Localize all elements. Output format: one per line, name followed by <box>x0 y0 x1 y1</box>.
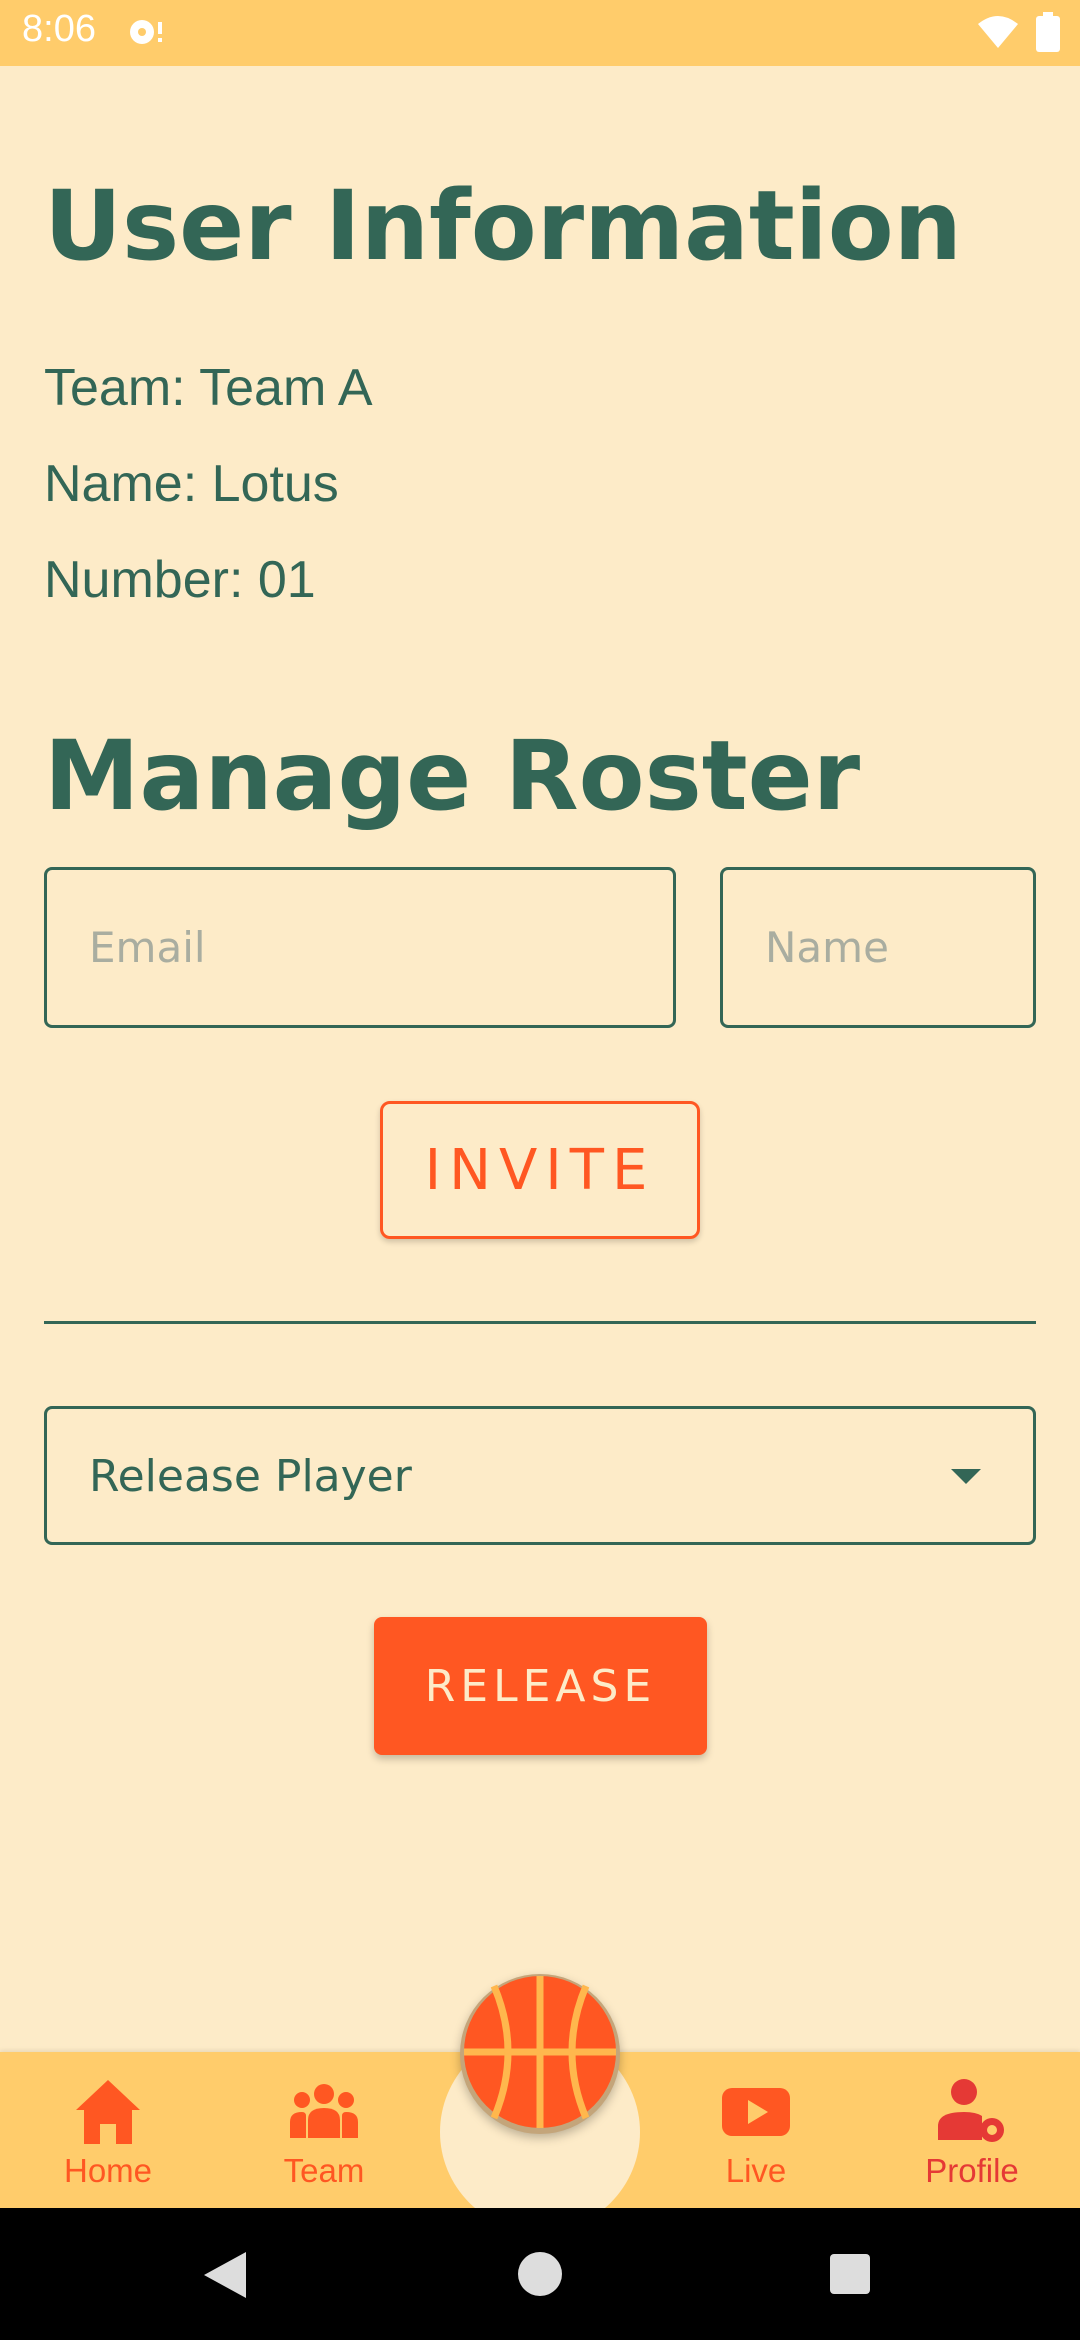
divider <box>44 1321 1036 1324</box>
email-input[interactable] <box>44 867 676 1028</box>
nav-label-profile: Profile <box>925 2152 1019 2189</box>
battery-icon <box>1036 12 1060 57</box>
number-info: Number: 01 <box>44 551 316 609</box>
invite-button[interactable]: INVITE <box>380 1101 700 1239</box>
basketball-fab[interactable] <box>460 1974 620 2134</box>
back-icon[interactable] <box>204 2252 246 2303</box>
profile-settings-icon <box>936 2076 1008 2148</box>
dropdown-arrow-icon <box>951 1469 981 1484</box>
status-bar: 8:06 <box>0 0 1080 66</box>
name-info: Name: Lotus <box>44 455 339 513</box>
team-info: Team: Team A <box>44 359 373 417</box>
nav-item-home[interactable]: Home <box>18 2070 198 2200</box>
nav-label-live: Live <box>725 2152 787 2189</box>
release-button[interactable]: RELEASE <box>374 1617 707 1755</box>
nav-item-team[interactable]: Team <box>234 2070 414 2200</box>
nav-item-live[interactable]: Live <box>666 2070 846 2200</box>
basketball-icon <box>464 1976 616 2128</box>
live-icon <box>720 2076 792 2148</box>
nav-label-home: Home <box>63 2152 153 2189</box>
team-icon <box>288 2076 360 2148</box>
recents-icon[interactable] <box>830 2254 870 2294</box>
user-information-title: User Information <box>44 170 962 282</box>
system-navigation-bar <box>0 2208 1080 2340</box>
name-input[interactable] <box>720 867 1036 1028</box>
home-icon <box>72 2076 144 2148</box>
nav-label-team: Team <box>283 2152 365 2189</box>
notification-icon <box>126 14 166 55</box>
release-player-select[interactable]: Release Player <box>44 1406 1036 1545</box>
home-button-icon[interactable] <box>518 2252 562 2296</box>
release-player-select-label: Release Player <box>89 1451 412 1502</box>
status-time: 8:06 <box>22 8 96 50</box>
manage-roster-title: Manage Roster <box>44 720 861 832</box>
nav-item-profile[interactable]: Profile <box>882 2070 1062 2200</box>
wifi-icon <box>976 14 1020 55</box>
